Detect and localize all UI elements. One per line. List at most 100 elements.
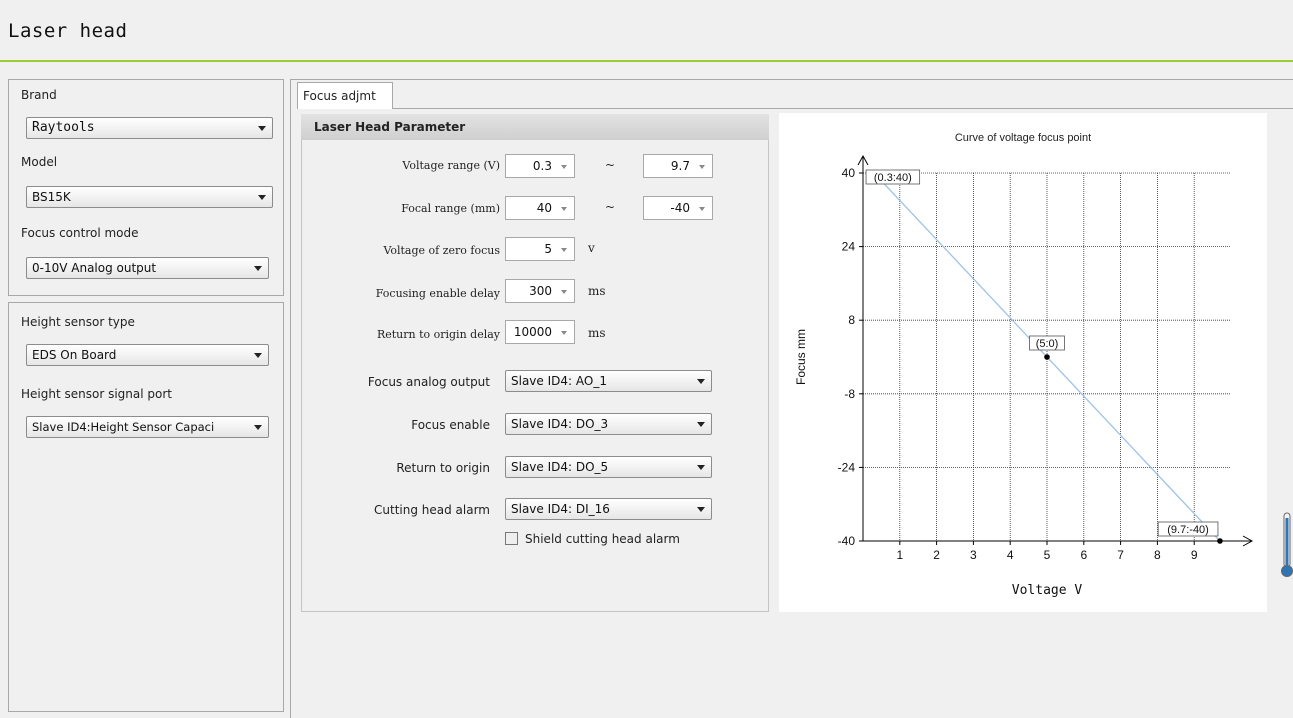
- zero-focus-unit: v: [588, 241, 595, 255]
- focus-enable-label: Focus enable: [411, 418, 490, 432]
- y-tick-label: -24: [838, 460, 856, 474]
- chevron-down-icon: [561, 248, 567, 252]
- y-tick-label: 40: [842, 166, 856, 180]
- chevron-down-icon: [254, 425, 262, 430]
- x-tick-label: 3: [970, 548, 977, 562]
- chevron-down-icon: [699, 207, 705, 211]
- window-title: Laser head: [8, 20, 128, 42]
- height-port-select[interactable]: Slave ID4:Height Sensor Capaci: [26, 416, 269, 438]
- chevron-down-icon: [561, 165, 567, 169]
- zero-focus-input[interactable]: 5: [505, 237, 575, 261]
- x-axis-label: Voltage V: [1012, 583, 1083, 598]
- chevron-down-icon: [561, 290, 567, 294]
- height-sensor-panel: Height sensor type EDS On Board Height s…: [8, 302, 284, 712]
- enable-delay-label: Focusing enable delay: [375, 287, 500, 300]
- y-axis-label: Focus mm: [794, 329, 808, 385]
- brand-label: Brand: [21, 88, 57, 102]
- focal-min-input[interactable]: 40: [505, 196, 575, 220]
- voltage-range-label: Voltage range (V): [402, 159, 500, 172]
- focus-enable-select[interactable]: Slave ID4: DO_3: [505, 413, 712, 435]
- model-select[interactable]: BS15K: [26, 186, 273, 208]
- chevron-down-icon: [561, 331, 567, 335]
- range-separator: ~: [605, 200, 616, 214]
- data-label: (9.7:-40): [1167, 524, 1209, 536]
- height-port-value: Slave ID4:Height Sensor Capaci: [32, 420, 215, 434]
- data-label: (0.3:40): [874, 172, 912, 184]
- origin-delay-input[interactable]: 10000: [505, 320, 575, 344]
- y-tick-label: -8: [844, 387, 855, 401]
- zero-focus-label: Voltage of zero focus: [383, 244, 500, 257]
- thermometer-icon: [1281, 512, 1293, 577]
- height-type-select[interactable]: EDS On Board: [26, 344, 269, 366]
- focal-range-label: Focal range (mm): [401, 202, 500, 215]
- data-point: [1217, 538, 1223, 544]
- height-type-value: EDS On Board: [32, 348, 117, 362]
- model-value: BS15K: [32, 190, 71, 204]
- focus-enable-value: Slave ID4: DO_3: [511, 417, 609, 431]
- data-point: [1044, 354, 1050, 360]
- return-origin-select[interactable]: Slave ID4: DO_5: [505, 456, 712, 478]
- title-bar: Laser head: [0, 0, 1293, 62]
- return-origin-value: Slave ID4: DO_5: [511, 460, 609, 474]
- shield-alarm-checkbox[interactable]: [505, 532, 518, 545]
- chevron-down-icon: [254, 353, 262, 358]
- brand-select[interactable]: Raytools: [26, 117, 273, 139]
- x-tick-label: 9: [1191, 548, 1198, 562]
- voltage-min-input[interactable]: 0.3: [505, 154, 575, 178]
- brand-panel: Brand Raytools Model BS15K Focus control…: [8, 79, 284, 296]
- focal-min-value: 40: [536, 201, 552, 215]
- tab-focus-adjmt[interactable]: Focus adjmt: [297, 82, 393, 109]
- focal-max-input[interactable]: -40: [643, 196, 713, 220]
- chart-title: Curve of voltage focus point: [955, 132, 1091, 144]
- x-tick-label: 2: [933, 548, 940, 562]
- alarm-label: Cutting head alarm: [374, 503, 490, 517]
- analog-output-label: Focus analog output: [367, 375, 490, 389]
- x-tick-label: 5: [1044, 548, 1051, 562]
- focus-curve-chart: Curve of voltage focus point 1 2 3 4 5 6 7 8 9 40 2…: [779, 113, 1267, 612]
- focus-mode-select[interactable]: 0-10V Analog output: [26, 257, 269, 279]
- alarm-value: Slave ID4: DI_16: [511, 502, 610, 516]
- chevron-down-icon: [699, 165, 705, 169]
- origin-delay-value: 10000: [513, 325, 552, 339]
- zero-focus-value: 5: [544, 242, 552, 256]
- group-title: Laser Head Parameter: [314, 120, 466, 134]
- chevron-down-icon: [697, 507, 705, 512]
- chevron-down-icon: [697, 379, 705, 384]
- y-tick-label: -40: [838, 534, 856, 548]
- voltage-max-value: 9.7: [670, 159, 690, 173]
- laser-head-parameter-header: Laser Head Parameter: [301, 114, 769, 140]
- x-tick-label: 7: [1117, 548, 1124, 562]
- enable-delay-unit: ms: [588, 284, 606, 298]
- chevron-down-icon: [697, 465, 705, 470]
- enable-delay-value: 300: [529, 284, 552, 298]
- tab-divider: [393, 108, 1293, 109]
- focus-tab-outer: [290, 79, 1293, 109]
- y-tick-label: 24: [842, 240, 856, 254]
- chevron-down-icon: [254, 266, 262, 271]
- analog-output-select[interactable]: Slave ID4: AO_1: [505, 370, 712, 392]
- analog-output-value: Slave ID4: AO_1: [511, 374, 607, 388]
- model-label: Model: [21, 155, 58, 169]
- height-port-label: Height sensor signal port: [21, 387, 172, 401]
- origin-delay-label: Return to origin delay: [376, 328, 500, 341]
- x-tick-label: 8: [1154, 548, 1161, 562]
- chevron-down-icon: [697, 422, 705, 427]
- focal-max-value: -40: [670, 201, 690, 215]
- voltage-min-value: 0.3: [532, 159, 552, 173]
- enable-delay-input[interactable]: 300: [505, 279, 575, 303]
- voltage-max-input[interactable]: 9.7: [643, 154, 713, 178]
- chevron-down-icon: [561, 207, 567, 211]
- chart-svg: Curve of voltage focus point 1 2 3 4 5 6 7 8 9 40 2…: [794, 132, 1254, 598]
- brand-value: Raytools: [32, 120, 95, 135]
- origin-delay-unit: ms: [588, 326, 606, 340]
- y-tick-label: 8: [848, 313, 855, 327]
- x-tick-label: 1: [896, 548, 903, 562]
- data-label: (5:0): [1036, 338, 1059, 350]
- height-type-label: Height sensor type: [21, 315, 135, 329]
- focus-mode-label: Focus control mode: [21, 226, 139, 240]
- return-origin-label: Return to origin: [396, 461, 490, 475]
- chevron-down-icon: [258, 195, 266, 200]
- focus-mode-value: 0-10V Analog output: [32, 261, 157, 275]
- alarm-select[interactable]: Slave ID4: DI_16: [505, 498, 712, 520]
- range-separator: ~: [605, 158, 616, 172]
